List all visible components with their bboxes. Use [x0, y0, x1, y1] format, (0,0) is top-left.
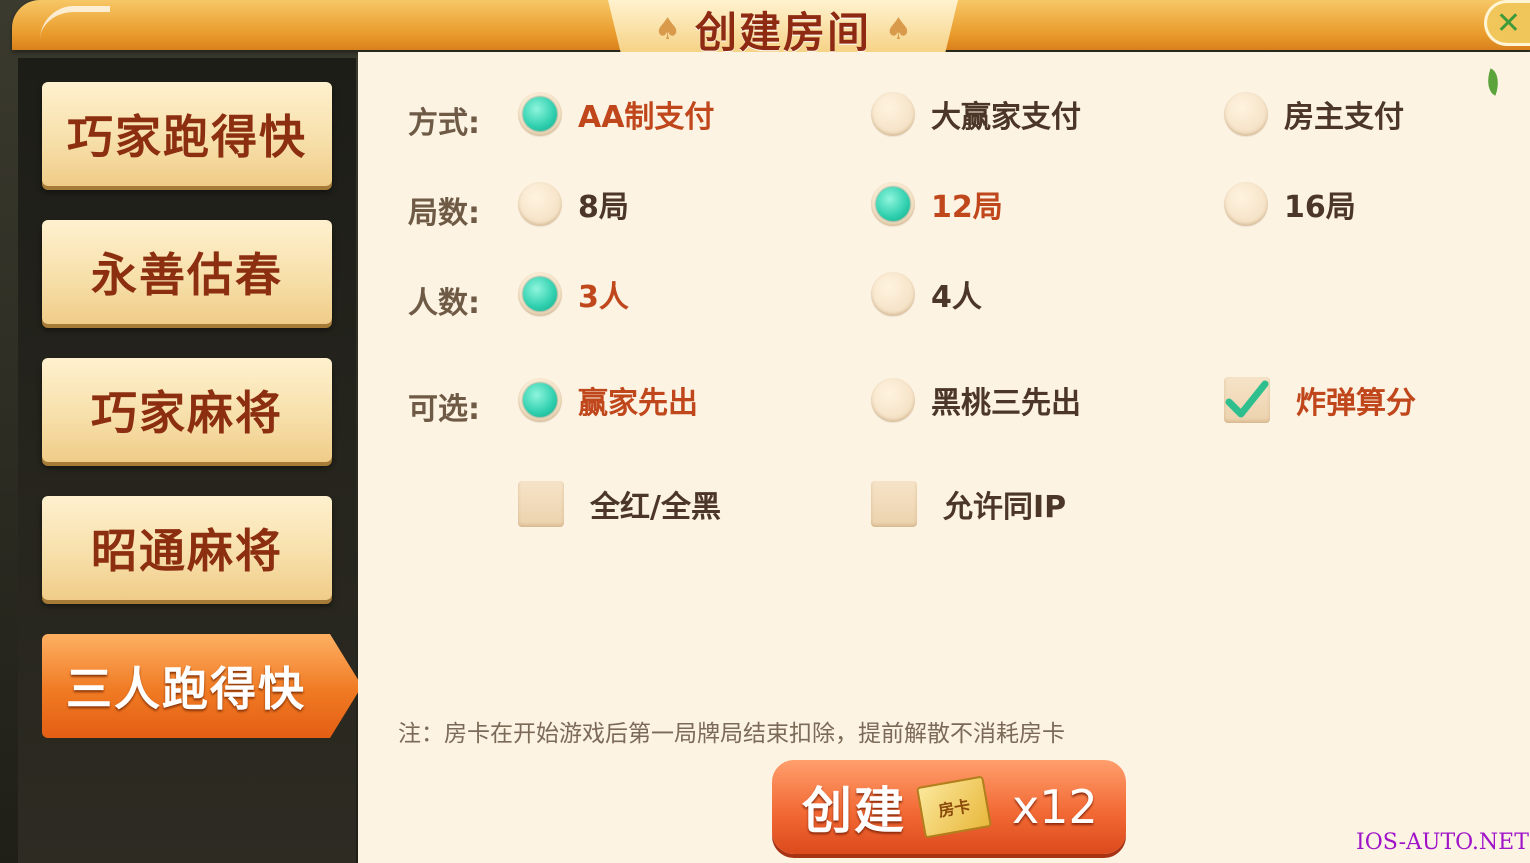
radio-selected-icon — [518, 272, 562, 316]
radio-selected-icon — [518, 378, 562, 422]
option-label: 全红/全黑 — [590, 490, 721, 525]
game-tab-label: 巧家麻将 — [91, 386, 283, 440]
optional-spade-three-first[interactable]: 黑桃三先出 — [871, 378, 1081, 422]
game-tab-sanren-paodekuai[interactable]: 三人跑得快 — [42, 634, 362, 738]
game-tab-qiaojia-paodekuai[interactable]: 巧家跑得快 — [42, 82, 332, 186]
game-tab-yongshan-guchun[interactable]: 永善估春 — [42, 220, 332, 324]
option-label: 赢家先出 — [578, 386, 698, 421]
rounds-option-16[interactable]: 16局 — [1224, 182, 1356, 226]
game-tab-label: 三人跑得快 — [66, 662, 306, 716]
optional-all-red-black[interactable]: 全红/全黑 — [518, 481, 721, 527]
spade-icon: ♠ — [654, 11, 681, 47]
payment-option-owner[interactable]: 房主支付 — [1224, 92, 1404, 136]
room-card-icon: 房卡 — [916, 775, 992, 839]
checkbox-checked — [1224, 377, 1270, 423]
dialog-title: 创建房间 — [694, 7, 871, 57]
radio-icon — [871, 92, 915, 136]
option-label: AA制支付 — [578, 100, 715, 135]
close-button[interactable]: ✕ — [1484, 0, 1530, 46]
optional-winner-first[interactable]: 赢家先出 — [518, 378, 698, 422]
rounds-option-8[interactable]: 8局 — [518, 182, 629, 226]
players-option-4[interactable]: 4人 — [871, 272, 982, 316]
optional-label: 可选: — [408, 392, 480, 427]
radio-icon — [518, 182, 562, 226]
game-tab-label: 巧家跑得快 — [67, 110, 307, 164]
radio-icon — [1224, 182, 1268, 226]
rounds-label: 局数: — [408, 196, 480, 231]
optional-bomb-score[interactable]: 炸弹算分 — [1224, 377, 1416, 423]
radio-icon — [871, 378, 915, 422]
checkmark-icon — [1225, 380, 1269, 418]
dialog-title-tab: ♠ 创建房间 ♠ — [608, 0, 958, 58]
option-label: 大赢家支付 — [931, 100, 1081, 135]
players-label: 人数: — [408, 286, 480, 321]
option-label: 炸弹算分 — [1296, 386, 1416, 421]
option-label: 16局 — [1284, 190, 1356, 225]
option-label: 12局 — [931, 190, 1003, 225]
game-tab-zhaotong-majiang[interactable]: 昭通麻将 — [42, 496, 332, 600]
payment-option-winner[interactable]: 大赢家支付 — [871, 92, 1081, 136]
option-label: 8局 — [578, 190, 629, 225]
radio-selected-icon — [871, 182, 915, 226]
room-card-label: 房卡 — [936, 796, 972, 821]
payment-label: 方式: — [408, 106, 480, 141]
room-card-cost: x12 — [1012, 780, 1098, 834]
watermark: IOS-AUTO.NET — [1356, 830, 1529, 855]
spade-icon: ♠ — [885, 11, 912, 47]
radio-icon — [1224, 92, 1268, 136]
game-tab-label: 昭通麻将 — [91, 524, 283, 578]
checkbox — [871, 481, 917, 527]
option-label: 房主支付 — [1284, 100, 1404, 135]
game-tab-qiaojia-majiang[interactable]: 巧家麻将 — [42, 358, 332, 462]
room-card-note: 注：房卡在开始游戏后第一局牌局结束扣除，提前解散不消耗房卡 — [398, 721, 1065, 747]
create-room-button[interactable]: 创建 房卡 x12 — [772, 760, 1126, 854]
optional-allow-same-ip[interactable]: 允许同IP — [871, 481, 1066, 527]
option-label: 允许同IP — [943, 490, 1067, 525]
rounds-option-12[interactable]: 12局 — [871, 182, 1003, 226]
option-label: 4人 — [931, 280, 982, 315]
radio-selected-icon — [518, 92, 562, 136]
checkbox — [518, 481, 564, 527]
payment-option-aa[interactable]: AA制支付 — [518, 92, 714, 136]
radio-icon — [871, 272, 915, 316]
create-button-label: 创建 — [802, 782, 906, 840]
close-icon: ✕ — [1495, 5, 1522, 41]
option-label: 黑桃三先出 — [931, 386, 1081, 421]
header-shine-decoration — [40, 6, 110, 40]
players-option-3[interactable]: 3人 — [518, 272, 629, 316]
game-tab-label: 永善估春 — [91, 248, 283, 302]
option-label: 3人 — [578, 280, 629, 315]
